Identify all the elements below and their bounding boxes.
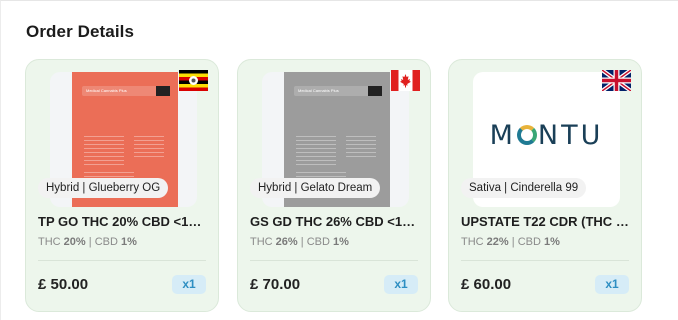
strain-badge: Sativa | Cinderella 99 bbox=[461, 178, 587, 198]
product-name[interactable]: TP GO THC 20% CBD <1% (Glueberry OG) bbox=[38, 214, 210, 229]
product-name[interactable]: GS GD THC 26% CBD <1% (Gelato Dream) bbox=[250, 214, 422, 229]
divider bbox=[38, 260, 206, 261]
cbd-label: CBD bbox=[517, 236, 541, 248]
price: £ 60.00 bbox=[461, 276, 512, 293]
montu-logo: M NTU bbox=[489, 120, 604, 151]
cbd-value: 1% bbox=[332, 236, 349, 248]
order-details-panel: Order Details Medical Cannabis Plus Hybr… bbox=[0, 0, 678, 320]
pouch-text-lines bbox=[296, 136, 336, 166]
thc-value: 22% bbox=[486, 236, 509, 248]
cbd-value: 1% bbox=[120, 236, 137, 248]
potency: THC 22% | CBD 1% bbox=[461, 236, 560, 248]
logo-ring-icon bbox=[516, 125, 537, 145]
quantity-badge: x1 bbox=[172, 275, 206, 294]
strain-badge: Hybrid | Gelato Dream bbox=[250, 178, 381, 198]
thc-value: 26% bbox=[275, 236, 298, 248]
divider bbox=[250, 260, 418, 261]
quantity-badge: x1 bbox=[595, 275, 629, 294]
product-name[interactable]: UPSTATE T22 CDR (THC 22%) bbox=[461, 214, 633, 229]
quantity-badge: x1 bbox=[384, 275, 418, 294]
product-card[interactable]: M NTU Sativa | Cinderella 99 UPSTATE T22 … bbox=[448, 59, 642, 312]
thc-value: 20% bbox=[63, 236, 86, 248]
pouch-tag bbox=[156, 86, 170, 96]
thc-label: THC bbox=[461, 236, 484, 248]
thc-label: THC bbox=[250, 236, 273, 248]
potency: THC 20% | CBD 1% bbox=[38, 236, 137, 248]
cbd-value: 1% bbox=[543, 236, 560, 248]
pouch-tag bbox=[368, 86, 382, 96]
cbd-label: CBD bbox=[94, 236, 118, 248]
section-title: Order Details bbox=[26, 22, 135, 41]
potency: THC 26% | CBD 1% bbox=[250, 236, 349, 248]
cbd-label: CBD bbox=[306, 236, 330, 248]
pouch-text-lines bbox=[134, 136, 164, 158]
strain-badge: Hybrid | Glueberry OG bbox=[38, 178, 169, 198]
price: £ 50.00 bbox=[38, 276, 89, 293]
pouch-text-lines bbox=[84, 136, 124, 166]
uganda-flag-icon bbox=[179, 70, 208, 91]
price: £ 70.00 bbox=[250, 276, 301, 293]
product-card[interactable]: Medical Cannabis Plus Hybrid | Glueberry… bbox=[25, 59, 219, 312]
divider bbox=[461, 260, 629, 261]
uk-flag-icon bbox=[602, 70, 631, 91]
pouch-text-lines bbox=[346, 136, 376, 158]
product-card[interactable]: Medical Cannabis Plus Hybrid | Gelato Dr… bbox=[237, 59, 431, 312]
thc-label: THC bbox=[38, 236, 61, 248]
canada-flag-icon bbox=[391, 70, 420, 91]
